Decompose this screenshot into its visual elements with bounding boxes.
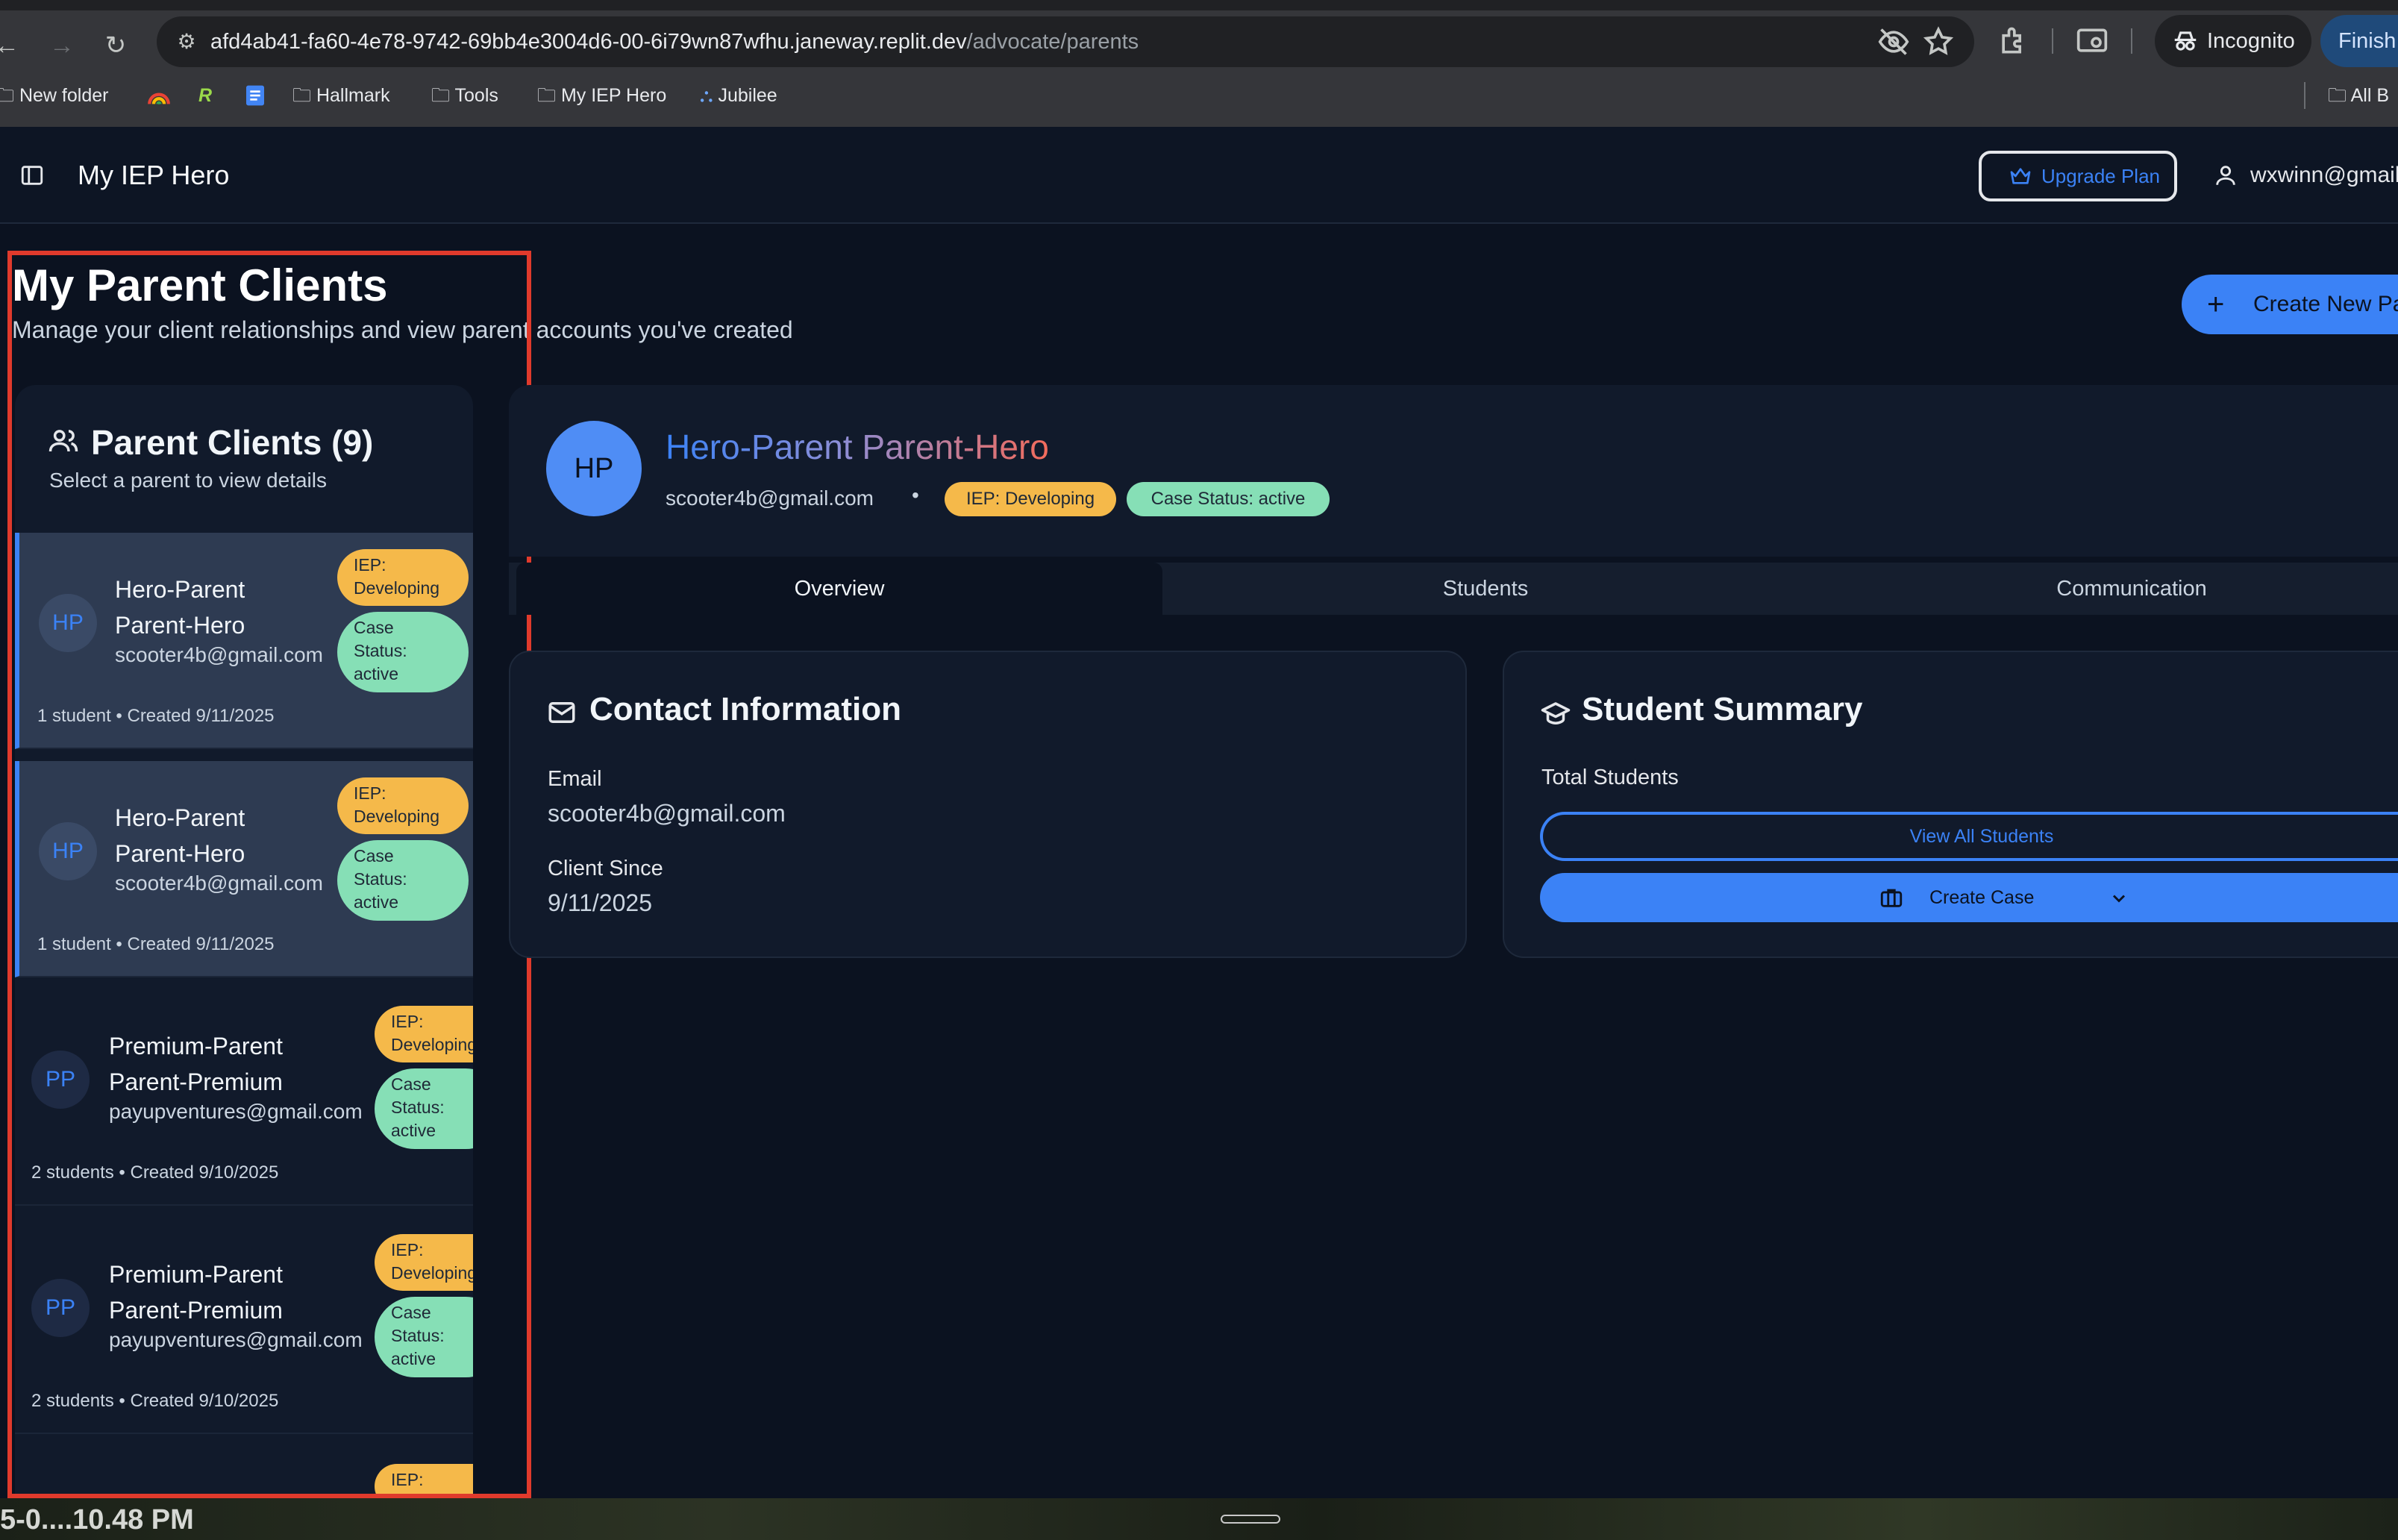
home-indicator [1221,1515,1280,1524]
crown-icon [2010,168,2031,184]
bookmark-jubilee[interactable]: ⛬ Jubilee [700,81,777,110]
sidebar-toggle-icon[interactable] [19,163,45,188]
eye-off-icon[interactable] [1877,25,1910,58]
bookmark-hallmark[interactable]: 🗀 Hallmark [292,81,390,110]
detail-email: scooter4b@gmail.com [666,486,874,510]
extensions-icon[interactable] [1997,25,2029,57]
tab-students[interactable]: Students [1162,563,1809,615]
create-case-button[interactable]: Create Case [1540,873,2398,922]
user-menu[interactable]: wxwinn@gmail [2250,127,2398,224]
parent-detail-header: HP Hero-Parent Parent-Hero scooter4b@gma… [509,385,2398,557]
address-bar[interactable]: ⚙ afd4ab41-fa60-4e78-9742-69bb4e3004d6-0… [157,16,1974,67]
detail-tabs: Overview Students Communication [509,563,2398,615]
folder-icon: 🗀 [431,85,451,106]
detail-parent-name: Hero-Parent Parent-Hero [666,428,1049,466]
contact-info-card: Contact Information Email scooter4b@gmai… [509,651,1467,958]
back-icon[interactable]: ← [0,27,25,64]
incognito-icon [2174,31,2197,51]
create-new-label: Create New Pa [2253,292,2398,316]
browser-chrome: ← → ↻ ⚙ afd4ab41-fa60-4e78-9742-69bb4e30… [0,0,2398,127]
create-new-parent-button[interactable]: + Create New Pa [2182,275,2398,334]
total-students-label: Total Students [1541,766,1679,789]
contact-info-title: Contact Information [589,691,901,727]
folder-icon: 🗀 [2328,85,2347,106]
highlight-annotation [7,251,531,1498]
screenshot-timestamp: 5-0....10.48 PM [0,1504,194,1536]
view-all-students-button[interactable]: View All Students [1540,812,2398,861]
desktop-background-strip: 5-0....10.48 PM [0,1498,2398,1540]
forward-icon[interactable]: → [43,27,81,64]
url-path: /advocate/parents [966,30,1139,54]
bookmark-new-folder[interactable]: 🗀 New folder [0,81,108,110]
finish-button[interactable]: Finish u [2320,15,2398,67]
upgrade-plan-button[interactable]: Upgrade Plan [1979,151,2177,201]
email-value: scooter4b@gmail.com [548,800,786,827]
bookmark-label: New folder [19,85,109,106]
email-label: Email [548,767,602,791]
bookmark-my-iep-hero[interactable]: 🗀 My IEP Hero [537,81,666,110]
tab-overview[interactable]: Overview [516,563,1162,615]
mail-icon [548,702,575,723]
bookmark-divider [2304,82,2305,109]
incognito-chip[interactable]: Incognito [2155,15,2311,67]
bookmark-label: Hallmark [316,85,390,106]
client-since-value: 9/11/2025 [548,889,652,916]
client-since-label: Client Since [548,857,663,880]
tab-strip [0,0,2398,10]
graduation-cap-icon [1541,702,1571,725]
folder-icon: 🗀 [537,85,557,106]
upgrade-plan-label: Upgrade Plan [2041,165,2160,187]
separator-dot: • [912,483,919,507]
toolbar-divider [2052,28,2053,54]
bookmark-label: All B [2350,85,2389,106]
app-header: My IEP Hero Upgrade Plan wxwinn@gmail [0,127,2398,224]
tab-communication[interactable]: Communication [1809,563,2398,615]
student-summary-card: Student Summary Total Students View All … [1503,651,2398,958]
create-case-label: Create Case [1929,887,2035,908]
star-icon[interactable] [1922,25,1955,58]
detail-avatar: HP [546,421,642,516]
url-text[interactable]: afd4ab41-fa60-4e78-9742-69bb4e3004d6-00-… [210,16,1139,67]
app-title: My IEP Hero [78,160,230,190]
folder-icon: 🗀 [292,85,312,106]
student-summary-title: Student Summary [1582,691,1863,727]
case-status-badge: Case Status: active [1127,482,1330,516]
bookmark-label: Tools [454,85,498,106]
site-info-icon[interactable]: ⚙ [172,27,201,57]
user-icon[interactable] [2213,163,2238,188]
bookmark-r-icon[interactable]: R [198,81,212,110]
toolbar-divider [2131,28,2132,54]
bookmark-label: My IEP Hero [560,85,667,106]
reload-icon[interactable]: ↻ [97,27,134,64]
bookmark-tools[interactable]: 🗀 Tools [431,81,498,110]
jubilee-icon: ⛬ [700,85,713,106]
folder-icon: 🗀 [0,85,15,106]
incognito-label: Incognito [2207,29,2295,53]
view-all-students-label: View All Students [1909,826,2054,847]
finish-label: Finish u [2338,29,2398,53]
briefcase-icon [1880,889,1903,907]
bookmark-all-bookmarks[interactable]: 🗀 All B [2328,81,2389,110]
iep-status-badge: IEP: Developing [945,482,1116,516]
bookmark-label: Jubilee [718,85,777,106]
chevron-down-icon [2112,895,2126,903]
plus-icon: + [2207,288,2225,321]
search-tabs-icon[interactable] [2076,25,2109,57]
bookmark-rainbow-icon[interactable] [146,81,172,110]
bookmark-docs-icon[interactable] [243,81,269,110]
url-host: afd4ab41-fa60-4e78-9742-69bb4e3004d6-00-… [210,30,967,54]
